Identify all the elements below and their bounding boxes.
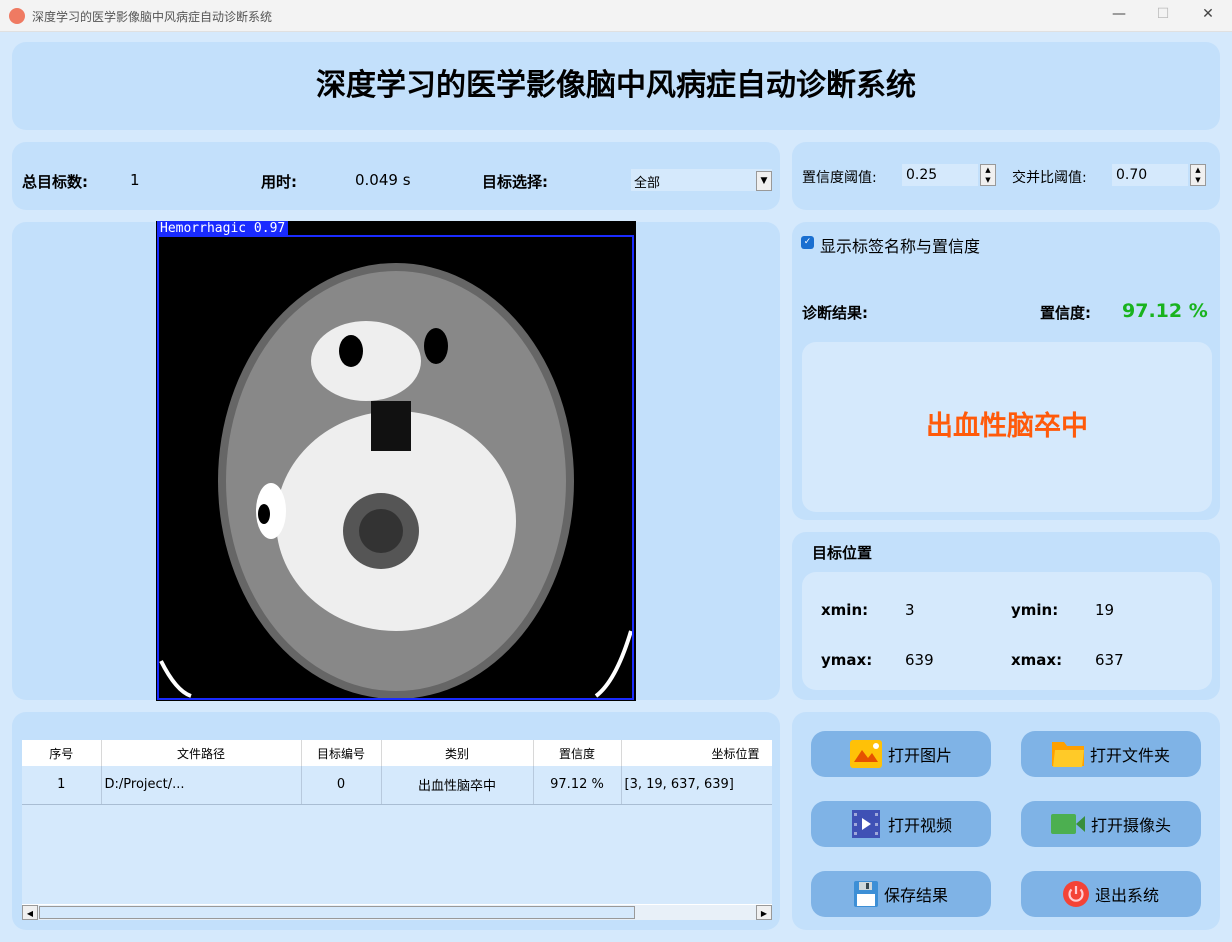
exit-button[interactable]: 退出系统 — [1021, 871, 1201, 917]
page-title: 深度学习的医学影像脑中风病症自动诊断系统 — [316, 68, 916, 103]
target-select[interactable]: 全部 ▼ — [630, 168, 773, 192]
col-header-target-id[interactable]: 目标编号 — [301, 740, 382, 766]
col-header-confidence[interactable]: 置信度 — [533, 740, 622, 766]
xmax-value: 637 — [1095, 651, 1124, 669]
camera-icon — [1050, 814, 1085, 834]
threshold-panel: 置信度阈值: 0.25 ▲ ▼ 交并比阈值: 0.70 ▲ ▼ — [792, 142, 1220, 210]
show-label-text: 显示标签名称与置信度 — [820, 237, 981, 256]
position-panel: 目标位置 xmin: 3 ymin: 19 ymax: 639 xmax: 63… — [792, 532, 1220, 700]
window-title: 深度学习的医学影像脑中风病症自动诊断系统 — [32, 10, 273, 24]
chevron-down-icon[interactable]: ▼ — [756, 171, 772, 191]
detection-box — [157, 235, 634, 700]
save-label: 保存结果 — [883, 886, 948, 905]
close-button[interactable]: ✕ — [1193, 6, 1223, 22]
cell-index[interactable]: 1 — [22, 766, 102, 805]
conf-threshold-input[interactable]: 0.25 — [902, 164, 978, 186]
confidence-value: 97.12 % — [1122, 300, 1208, 322]
open-video-button[interactable]: 打开视频 — [811, 801, 991, 847]
diagnosis-result: 出血性脑卒中 — [802, 342, 1212, 512]
iou-threshold-stepper[interactable]: ▲ ▼ — [1190, 164, 1206, 186]
table-row[interactable]: 1 D:/Project/... 0 出血性脑卒中 97.12 % [3, 19… — [22, 766, 772, 805]
cell-path[interactable]: D:/Project/... — [101, 766, 302, 805]
conf-threshold-label: 置信度阈值: — [802, 170, 877, 186]
result-panel: ✓ 显示标签名称与置信度 诊断结果: 置信度: 97.12 % 出血性脑卒中 — [792, 222, 1220, 520]
ymax-value: 639 — [905, 651, 934, 669]
time-value: 0.049 s — [355, 171, 411, 189]
total-value: 1 — [130, 171, 140, 189]
video-icon — [851, 810, 880, 838]
col-header-coords[interactable]: 坐标位置 — [621, 740, 772, 766]
table-panel: 序号 文件路径 目标编号 类别 置信度 坐标位置 1 D:/Project/..… — [12, 712, 780, 930]
col-header-class[interactable]: 类别 — [381, 740, 534, 766]
save-icon — [853, 881, 878, 907]
app-icon — [9, 8, 25, 24]
ymax-label: ymax: — [821, 651, 873, 669]
exit-label: 退出系统 — [1094, 886, 1159, 905]
minimize-button[interactable]: — — [1104, 6, 1134, 22]
time-label: 用时: — [261, 173, 297, 191]
xmin-value: 3 — [905, 601, 915, 619]
results-table-container: 序号 文件路径 目标编号 类别 置信度 坐标位置 1 D:/Project/..… — [22, 740, 772, 920]
total-label: 总目标数: — [22, 173, 88, 191]
table-header-row: 序号 文件路径 目标编号 类别 置信度 坐标位置 — [22, 740, 772, 766]
cell-target-id[interactable]: 0 — [301, 766, 382, 805]
xmax-label: xmax: — [1011, 651, 1063, 669]
iou-threshold-input[interactable]: 0.70 — [1112, 164, 1188, 186]
confidence-label: 置信度: — [1040, 304, 1091, 322]
folder-icon — [1051, 742, 1084, 767]
col-header-path[interactable]: 文件路径 — [101, 740, 302, 766]
open-folder-button[interactable]: 打开文件夹 — [1021, 731, 1201, 777]
position-box: xmin: 3 ymin: 19 ymax: 639 xmax: 637 — [802, 572, 1212, 690]
ymin-label: ymin: — [1011, 601, 1059, 619]
image-icon — [849, 740, 882, 768]
open-folder-label: 打开文件夹 — [1089, 746, 1170, 765]
position-title: 目标位置 — [812, 544, 873, 562]
cell-class[interactable]: 出血性脑卒中 — [381, 766, 534, 805]
scrollbar-thumb[interactable] — [39, 906, 635, 919]
open-camera-button[interactable]: 打开摄像头 — [1021, 801, 1201, 847]
maximize-button[interactable]: ☐ — [1148, 6, 1178, 22]
save-button[interactable]: 保存结果 — [811, 871, 991, 917]
target-select-value: 全部 — [634, 176, 661, 191]
scroll-right-button[interactable]: ▶ — [756, 905, 772, 920]
select-label: 目标选择: — [482, 173, 548, 191]
open-image-label: 打开图片 — [887, 746, 952, 765]
conf-threshold-stepper[interactable]: ▲ ▼ — [980, 164, 996, 186]
diagnosis-label: 诊断结果: — [802, 304, 868, 322]
stats-panel: 总目标数: 1 用时: 0.049 s 目标选择: 全部 ▼ — [12, 142, 780, 210]
power-icon — [1062, 881, 1089, 907]
scroll-left-button[interactable]: ◀ — [22, 905, 38, 920]
title-bar: 深度学习的医学影像脑中风病症自动诊断系统 — ☐ ✕ — [0, 0, 1232, 32]
col-header-index[interactable]: 序号 — [22, 740, 102, 766]
iou-threshold-label: 交并比阈值: — [1012, 170, 1087, 186]
detection-label: Hemorrhagic 0.97 — [157, 221, 289, 236]
results-table: 序号 文件路径 目标编号 类别 置信度 坐标位置 1 D:/Project/..… — [22, 740, 772, 805]
buttons-panel: 打开图片 打开文件夹 打开视频 打开摄像头 保存结果 退出系统 — [792, 712, 1220, 930]
header-panel: 深度学习的医学影像脑中风病症自动诊断系统 — [12, 42, 1220, 130]
show-label-checkbox[interactable]: ✓ — [801, 236, 814, 249]
image-panel: Hemorrhagic 0.97 — [12, 221, 780, 701]
ct-scan-image: Hemorrhagic 0.97 — [156, 221, 636, 701]
cell-coords[interactable]: [3, 19, 637, 639] — [621, 766, 772, 805]
open-camera-label: 打开摄像头 — [1090, 816, 1171, 835]
cell-confidence[interactable]: 97.12 % — [533, 766, 622, 805]
xmin-label: xmin: — [821, 601, 869, 619]
horizontal-scrollbar[interactable]: ◀ ▶ — [22, 904, 772, 920]
ymin-value: 19 — [1095, 601, 1115, 619]
open-video-label: 打开视频 — [887, 816, 952, 835]
open-image-button[interactable]: 打开图片 — [811, 731, 991, 777]
